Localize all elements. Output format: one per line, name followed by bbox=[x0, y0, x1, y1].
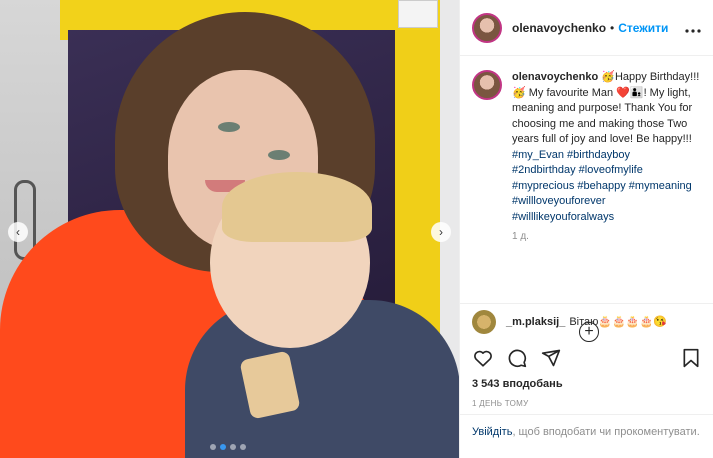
commenter-username[interactable]: _m.plaksij_ bbox=[506, 316, 565, 328]
comment-bubble-icon bbox=[508, 349, 527, 368]
carousel-dots bbox=[210, 444, 246, 450]
post-header: olenavoychenko • Стежити bbox=[460, 0, 713, 56]
login-link[interactable]: Увійдіть bbox=[472, 426, 512, 438]
caption: olenavoychenko 🥳Happy Birthday!!! 🥳 My f… bbox=[512, 70, 701, 225]
save-button[interactable] bbox=[680, 347, 702, 369]
login-prompt: Увійдіть, щоб вподобати чи прокоментуват… bbox=[460, 414, 713, 458]
carousel-dot-active bbox=[220, 444, 226, 450]
caption-age: 1 д. bbox=[512, 231, 529, 242]
caption-row: olenavoychenko 🥳Happy Birthday!!! 🥳 My f… bbox=[472, 70, 701, 225]
carousel-dot bbox=[210, 444, 216, 450]
commenter-avatar[interactable] bbox=[472, 309, 496, 334]
share-button[interactable] bbox=[540, 347, 562, 369]
caption-username[interactable]: olenavoychenko bbox=[512, 71, 598, 83]
comment-row: _m.plaksij_ Вітаю🎂🎂🎂🎂😘 bbox=[460, 303, 713, 339]
heart-icon bbox=[474, 350, 492, 367]
carousel-dot bbox=[240, 444, 246, 450]
login-prompt-text: , щоб вподобати чи прокоментувати. bbox=[512, 426, 700, 438]
woman-eye bbox=[268, 150, 290, 160]
hashtag-line[interactable]: #2ndbirthday #loveofmylife bbox=[512, 163, 701, 179]
caption-avatar[interactable] bbox=[472, 70, 502, 100]
header-separator: • bbox=[610, 20, 615, 35]
like-button[interactable] bbox=[472, 347, 494, 369]
post-photo[interactable]: ‹ › bbox=[0, 0, 459, 458]
more-options-icon[interactable] bbox=[685, 20, 701, 36]
wall-sign bbox=[398, 0, 438, 28]
hashtag-line[interactable]: #willlikeyouforalways bbox=[512, 210, 701, 226]
chevron-right-icon: › bbox=[439, 225, 443, 239]
action-bar bbox=[460, 343, 713, 373]
follow-button[interactable]: Стежити bbox=[618, 21, 668, 35]
hashtag-line[interactable]: #willloveyouforever bbox=[512, 194, 701, 210]
next-photo-button[interactable]: › bbox=[431, 222, 451, 242]
author-avatar[interactable] bbox=[472, 12, 502, 43]
comment-button[interactable] bbox=[506, 347, 528, 369]
author-username[interactable]: olenavoychenko bbox=[512, 21, 606, 35]
woman-eye bbox=[218, 122, 240, 132]
hashtag-list: #my_Evan #birthdayboy #2ndbirthday #love… bbox=[512, 148, 701, 226]
chevron-left-icon: ‹ bbox=[16, 225, 20, 239]
like-count[interactable]: 3 543 вподобань bbox=[472, 378, 563, 390]
carousel-dot bbox=[230, 444, 236, 450]
comment-text: Вітаю🎂🎂🎂🎂😘 bbox=[569, 316, 667, 328]
prev-photo-button[interactable]: ‹ bbox=[8, 222, 28, 242]
hashtag-line[interactable]: #my_Evan #birthdayboy bbox=[512, 148, 701, 164]
hashtag-line[interactable]: #myprecious #behappy #mymeaning bbox=[512, 179, 701, 195]
comments-area: olenavoychenko 🥳Happy Birthday!!! 🥳 My f… bbox=[460, 56, 713, 342]
child-hair bbox=[222, 172, 372, 242]
paper-plane-icon bbox=[541, 349, 561, 367]
post-panel: olenavoychenko • Стежити olenavoychenko … bbox=[459, 0, 713, 458]
post-timestamp: 1 ДЕНЬ ТОМУ bbox=[472, 399, 529, 408]
bookmark-icon bbox=[683, 348, 699, 368]
